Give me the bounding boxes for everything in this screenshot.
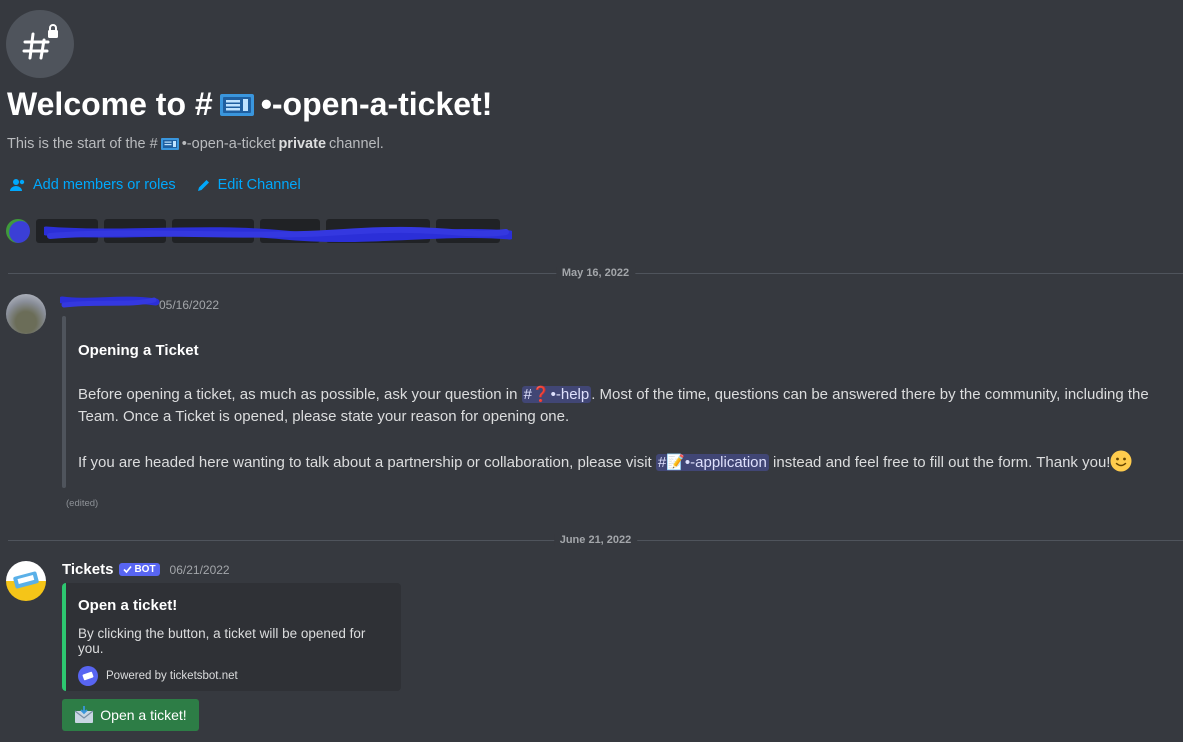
ticket-emoji-small-icon [160,138,179,150]
bot-tag-label: BOT [134,564,156,575]
open-ticket-embed: Open a ticket! By clicking the button, a… [62,583,401,691]
edited-label: (edited) [66,498,99,509]
embed-title: Open a ticket! [78,597,178,614]
tickets-bot-avatar[interactable] [6,561,46,601]
message-timestamp: 06/21/2022 [169,562,230,577]
avatar[interactable] [6,294,46,334]
embed-text: instead and feel free to fill out the fo… [773,454,1111,471]
start-prefix: This is the start of the # [7,136,158,152]
welcome-title: Welcome to # •-open-a-ticket! [7,86,492,123]
channel-actions: Add members or roles Edit Channel [10,177,301,193]
channel-start-description: This is the start of the # •-open-a-tick… [7,136,384,152]
embed-text: If you are headed here wanting to talk a… [78,454,652,471]
help-channel-mention[interactable]: #❓•-help [521,386,592,403]
embed-paragraph-application: If you are headed here wanting to talk a… [78,450,1168,474]
ticket-info-embed: Opening a Ticket Before opening a ticket… [78,340,1168,496]
open-ticket-label: Open a ticket! [100,707,187,723]
date-divider-label: May 16, 2022 [555,267,636,279]
redacted-author-name[interactable] [60,294,160,312]
embed-paragraph-help: Before opening a ticket, as much as poss… [78,384,1168,428]
date-divider: June 21, 2022 [8,534,1183,546]
bot-tag: BOT [119,563,160,576]
ticket-emoji-icon [219,93,254,116]
application-channel-mention[interactable]: #📝•-application [655,454,769,471]
start-channel-name: •-open-a-ticket [181,136,276,152]
embed-title: Opening a Ticket [78,342,199,359]
start-private-label: private [278,136,327,152]
redaction-scribble [44,226,512,243]
date-divider-label: June 21, 2022 [553,534,638,546]
open-ticket-button[interactable]: Open a ticket! [62,699,199,731]
author-name[interactable]: Tickets [62,561,113,578]
embed-text: Before opening a ticket, as much as poss… [78,386,518,403]
checkmark-icon [123,565,133,574]
edit-channel-button[interactable]: Edit Channel [196,177,301,193]
member-avatar[interactable] [6,219,30,243]
start-suffix: channel. [329,136,384,152]
slight-smile-emoji-icon [1110,450,1132,472]
pencil-icon [197,179,209,191]
embed-accent-bar [62,316,66,488]
date-divider: May 16, 2022 [8,267,1183,279]
embed-description: By clicking the button, a ticket will be… [78,626,366,656]
discord-channel-view: Welcome to # •-open-a-ticket! This is th… [0,0,1183,742]
message-timestamp: 05/16/2022 [159,298,220,312]
add-members-button[interactable]: Add members or roles [10,177,176,193]
add-members-icon [10,179,25,191]
embed-footer: Powered by ticketsbot.net [78,666,389,686]
envelope-icon [74,706,94,723]
welcome-suffix: •-open-a-ticket! [260,86,493,122]
ticketsbot-logo-icon [78,666,98,686]
add-members-label: Add members or roles [33,177,176,193]
private-channel-icon [6,10,74,78]
edit-channel-label: Edit Channel [217,177,301,193]
message-header: Tickets BOT 06/21/2022 [62,561,230,578]
footer-text: Powered by ticketsbot.net [106,670,238,682]
welcome-prefix: Welcome to # [7,86,213,122]
